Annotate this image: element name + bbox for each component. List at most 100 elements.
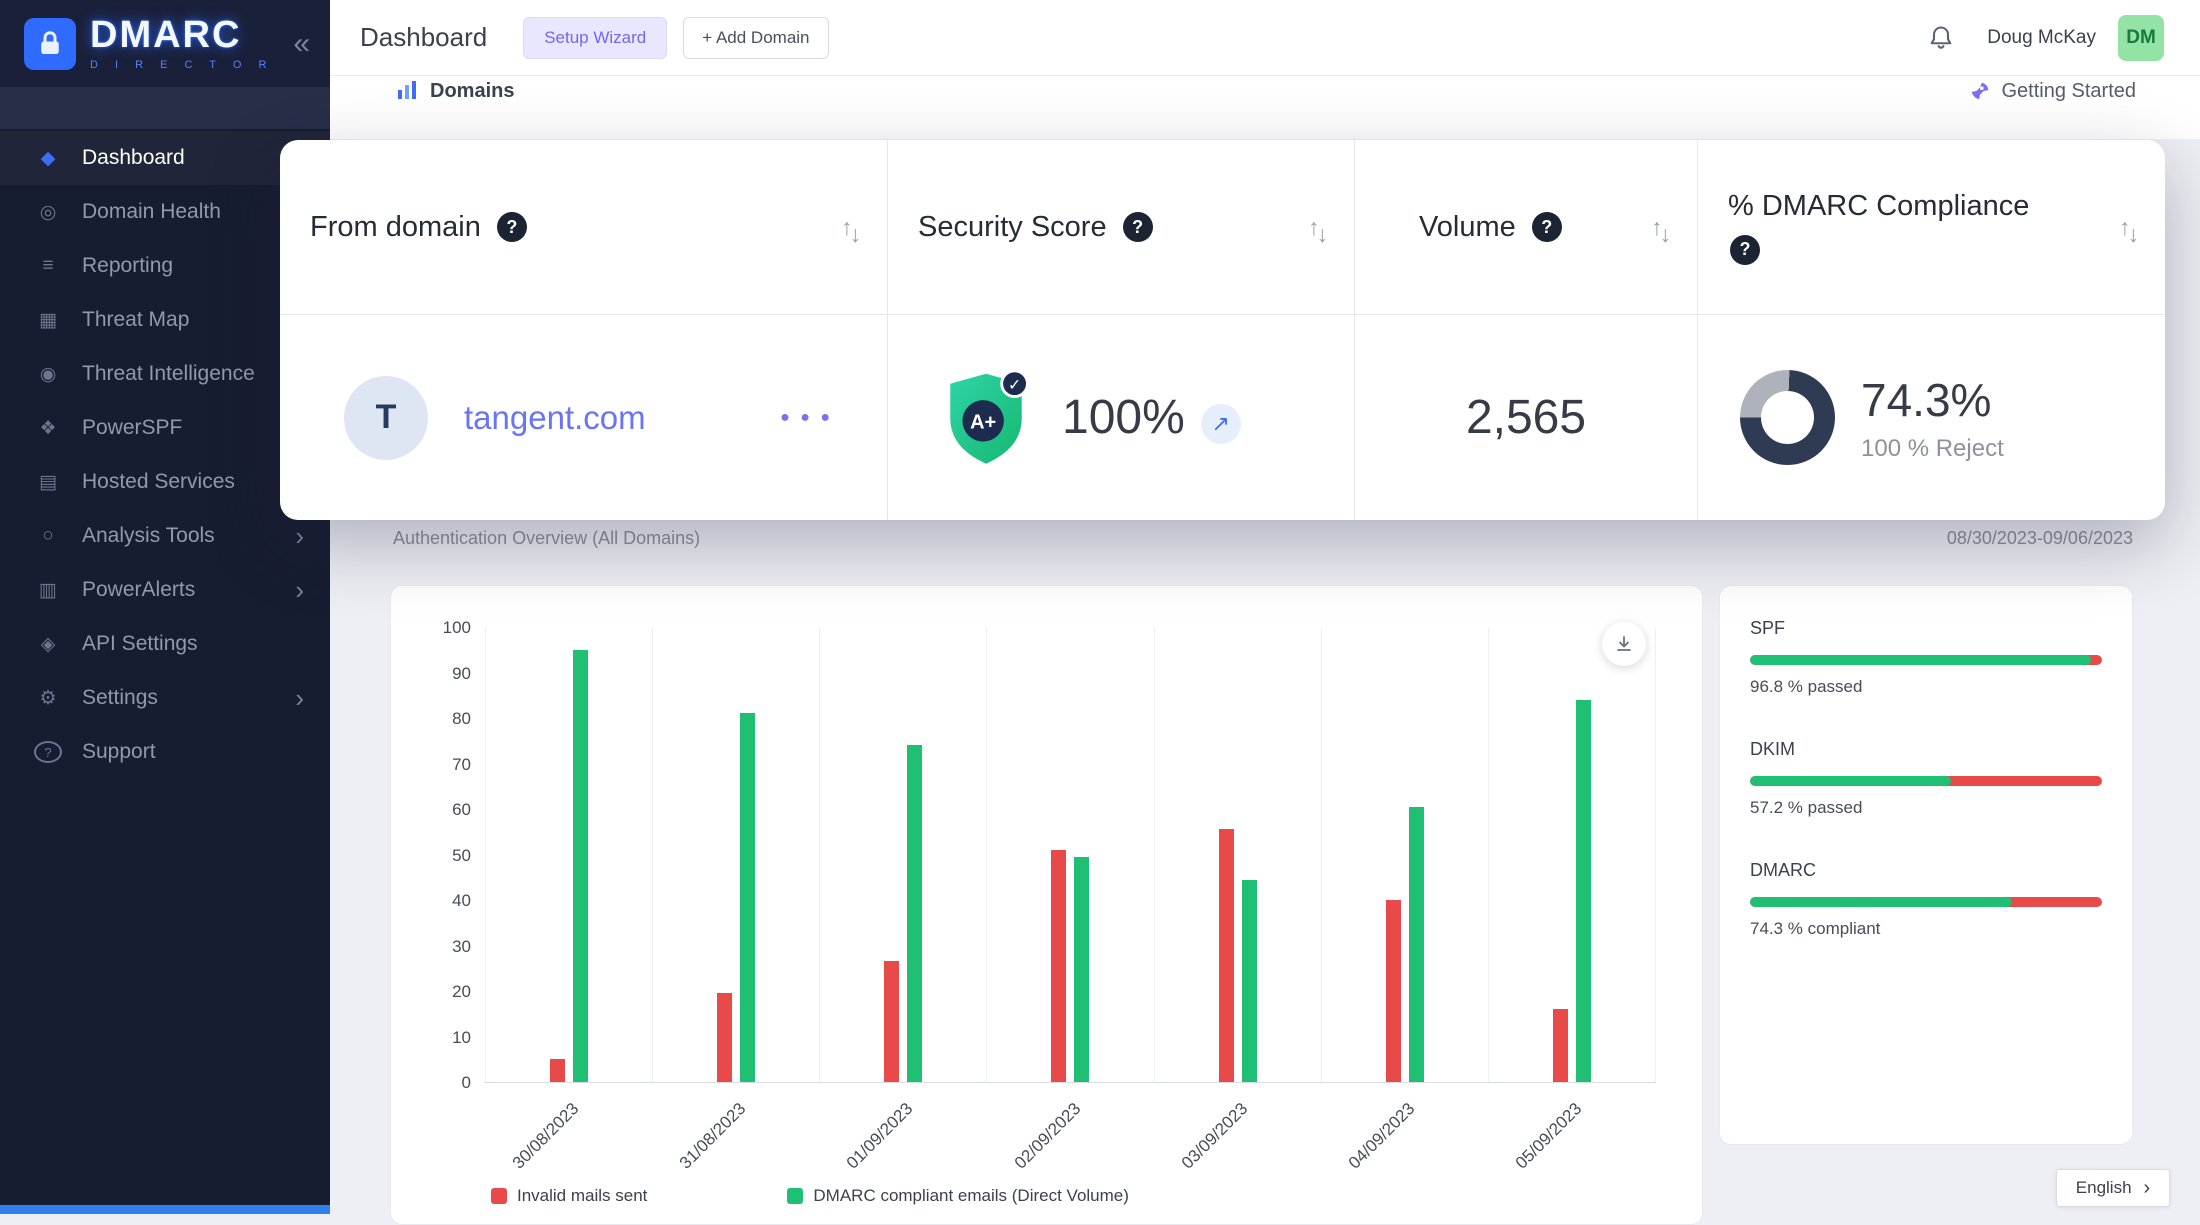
bar: [1386, 900, 1401, 1082]
bar: [884, 961, 899, 1082]
dmarc-compliant-text: 74.3 % compliant: [1750, 919, 2102, 939]
sort-icon[interactable]: ↑↓: [841, 214, 861, 241]
row-actions-ellipsis-icon[interactable]: ● ● ●: [780, 409, 833, 427]
spf-metric: SPF 96.8 % passed: [1750, 618, 2102, 697]
spf-passed-text: 96.8 % passed: [1750, 677, 2102, 697]
dkim-label: DKIM: [1750, 739, 2102, 760]
column-header-security-score[interactable]: Security Score ? ↑↓: [888, 140, 1355, 314]
rocket-icon: [1969, 80, 1991, 102]
column-header-from-domain[interactable]: From domain ? ↑↓: [280, 140, 888, 314]
domains-bars-icon: [396, 80, 418, 102]
y-axis-label: 40: [391, 891, 471, 911]
x-axis-label: 01/09/2023: [818, 1099, 917, 1198]
collapse-sidebar-icon[interactable]: «: [293, 29, 310, 59]
legend-label: DMARC compliant emails (Direct Volume): [813, 1186, 1129, 1206]
sort-icon[interactable]: ↑↓: [2119, 214, 2139, 241]
help-icon[interactable]: ?: [1730, 235, 1760, 265]
dmarc-label: DMARC: [1750, 860, 2102, 881]
user-name: Doug McKay: [1987, 27, 2096, 49]
dashboard-icon: ◆: [34, 147, 62, 170]
dkim-progress-bar: [1750, 776, 2102, 786]
help-icon[interactable]: ?: [1123, 212, 1153, 242]
sidebar-item-label: Threat Map: [82, 308, 189, 332]
bar-group: [652, 628, 819, 1082]
table-row: T tangent.com ● ● ● A+ ✓ 100% ↗ 2,565: [280, 315, 2165, 520]
sidebar-item-api-settings[interactable]: ◈ API Settings: [0, 617, 330, 671]
threat-intelligence-icon: ◉: [34, 363, 62, 386]
x-axis-label: 04/09/2023: [1320, 1099, 1419, 1198]
sidebar-item-label: PowerSPF: [82, 416, 182, 440]
sort-icon[interactable]: ↑↓: [1308, 214, 1328, 241]
y-axis-label: 90: [391, 664, 471, 684]
compliance-subtext: 100 % Reject: [1861, 435, 2004, 463]
logo[interactable]: DMARC D I R E C T O R «: [0, 0, 330, 87]
sidebar-item-poweralerts[interactable]: ▥ PowerAlerts ›: [0, 563, 330, 617]
bar-group: [819, 628, 986, 1082]
y-axis-label: 10: [391, 1028, 471, 1048]
user-avatar[interactable]: DM: [2118, 15, 2164, 61]
dmarc-progress-bar: [1750, 897, 2102, 907]
security-score-value: 100%: [1062, 390, 1185, 445]
bar-group: [1154, 628, 1321, 1082]
sidebar-item-label: Support: [82, 740, 156, 764]
domain-health-icon: ◎: [34, 201, 62, 224]
chevron-right-icon: ›: [295, 521, 304, 552]
legend-item[interactable]: Invalid mails sent: [491, 1186, 647, 1206]
notifications-bell-icon[interactable]: [1927, 23, 1955, 53]
sidebar-item-label: Hosted Services: [82, 470, 235, 494]
spf-label: SPF: [1750, 618, 2102, 639]
legend-item[interactable]: DMARC compliant emails (Direct Volume): [787, 1186, 1129, 1206]
domain-table-spotlight-card: From domain ? ↑↓ Security Score ? ↑↓ Vol…: [280, 140, 2165, 520]
y-axis-label: 20: [391, 982, 471, 1002]
sidebar-item-label: Analysis Tools: [82, 524, 215, 548]
cell-from-domain: T tangent.com ● ● ●: [280, 315, 888, 520]
column-header-volume[interactable]: Volume ? ↑↓: [1355, 140, 1698, 314]
dmarc-metric: DMARC 74.3 % compliant: [1750, 860, 2102, 939]
chevron-right-icon: ›: [295, 575, 304, 606]
sidebar-item-settings[interactable]: ⚙ Settings ›: [0, 671, 330, 725]
help-icon[interactable]: ?: [1532, 212, 1562, 242]
domains-section-label: Domains: [396, 80, 514, 103]
y-axis: 0102030405060708090100: [391, 628, 471, 1083]
compliance-percent: 74.3%: [1861, 373, 2004, 427]
sidebar-item-support[interactable]: ? Support: [0, 725, 330, 779]
dkim-metric: DKIM 57.2 % passed: [1750, 739, 2102, 818]
x-axis: 30/08/202331/08/202301/09/202302/09/2023…: [485, 1085, 1656, 1195]
domain-link[interactable]: tangent.com: [464, 399, 646, 437]
analysis-tools-icon: ○: [34, 525, 62, 547]
sort-icon[interactable]: ↑↓: [1651, 214, 1671, 241]
language-selector[interactable]: English ›: [2056, 1169, 2170, 1207]
bar: [740, 713, 755, 1082]
column-header-dmarc-compliance[interactable]: % DMARC Compliance ? ↑↓: [1698, 140, 2165, 314]
add-domain-button[interactable]: + Add Domain: [683, 17, 828, 59]
sidebar-item-label: Domain Health: [82, 200, 221, 224]
bar: [550, 1059, 565, 1082]
reporting-icon: ≡: [34, 255, 62, 277]
threat-map-icon: ▦: [34, 309, 62, 332]
bar-group: [485, 628, 652, 1082]
sidebar-item-label: PowerAlerts: [82, 578, 195, 602]
chart-legend: Invalid mails sent DMARC compliant emails…: [491, 1186, 1129, 1206]
getting-started-link[interactable]: Getting Started: [1969, 80, 2136, 103]
bar-chart-plot-area: [485, 628, 1656, 1083]
bar: [1051, 850, 1066, 1082]
bar: [717, 993, 732, 1082]
x-axis-label: 03/09/2023: [1153, 1099, 1252, 1198]
grade-badge: A+: [970, 411, 996, 433]
setup-wizard-button[interactable]: Setup Wizard: [523, 17, 667, 59]
bar: [1074, 857, 1089, 1082]
legend-label: Invalid mails sent: [517, 1186, 647, 1206]
settings-gear-icon: ⚙: [34, 687, 62, 710]
chevron-right-icon: ›: [2144, 1177, 2151, 1200]
bar: [907, 745, 922, 1082]
date-range: 08/30/2023-09/06/2023: [1947, 528, 2133, 549]
legend-swatch: [787, 1188, 803, 1204]
section-title: Authentication Overview (All Domains): [393, 528, 700, 549]
logo-text: DMARC D I R E C T O R: [90, 16, 273, 71]
hosted-services-icon: ▤: [34, 471, 62, 494]
y-axis-label: 0: [391, 1073, 471, 1093]
language-label: English: [2076, 1178, 2132, 1198]
poweralerts-icon: ▥: [34, 579, 62, 602]
open-score-link-icon[interactable]: ↗: [1201, 404, 1241, 444]
help-icon[interactable]: ?: [497, 212, 527, 242]
